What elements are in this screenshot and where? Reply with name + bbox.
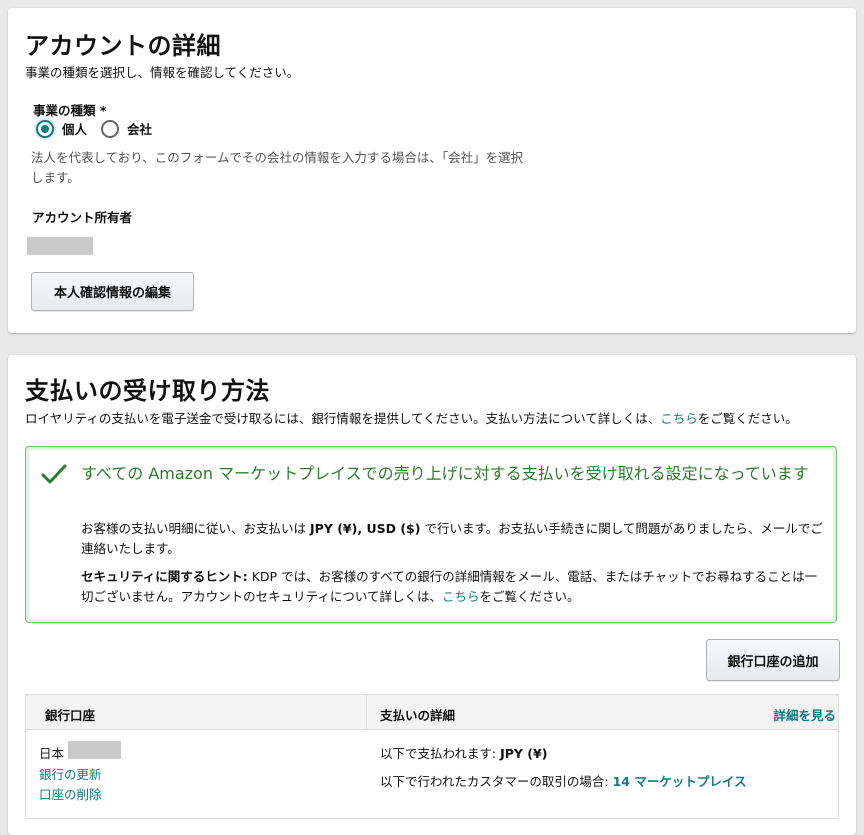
- hint-line-2: します。: [31, 170, 80, 185]
- bank-accounts-table: 銀行口座 支払いの詳細 詳細を見る 日本 銀行の更新 口座の削除 以下で支払われ…: [25, 694, 839, 819]
- table-header: 銀行口座 支払いの詳細 詳細を見る: [26, 695, 838, 730]
- currency-values: JPY (¥), USD ($): [310, 521, 421, 536]
- edit-identity-button[interactable]: 本人確認情報の編集: [31, 272, 194, 311]
- column-header-details: 支払いの詳細: [380, 708, 456, 723]
- currency-text-prefix: お客様の支払い明細に従い、お支払いは: [81, 521, 307, 536]
- column-header-bank: 銀行口座: [45, 708, 96, 723]
- account-owner-label: アカウント所有者: [32, 210, 133, 225]
- payment-description-text: ロイヤリティの支払いを電子送金で受け取るには、銀行情報を提供してください。支払い…: [25, 411, 661, 426]
- delete-account-link[interactable]: 口座の削除: [39, 784, 102, 803]
- marketplace-row: 以下で行われたカスタマーの取引の場合: 14 マーケットプレイス: [380, 771, 746, 790]
- account-owner-name-redacted: [27, 237, 93, 255]
- radio-company[interactable]: [101, 119, 120, 138]
- payment-description-suffix: をご覧ください。: [697, 411, 798, 426]
- bank-country: 日本: [39, 743, 64, 762]
- payment-method-card: 支払いの受け取り方法 ロイヤリティの支払いを電子送金で受け取るには、銀行情報を提…: [8, 355, 856, 835]
- security-info-link[interactable]: こちら: [442, 589, 480, 604]
- payment-method-title: 支払いの受け取り方法: [25, 377, 270, 405]
- radio-individual[interactable]: [36, 119, 54, 138]
- account-details-title: アカウントの詳細: [25, 32, 221, 60]
- paid-in-row: 以下で支払われます: JPY (¥): [380, 743, 547, 762]
- business-type-hint: 法人を代表しており、このフォームでその会社の情報を入力する場合は、「会社」を選択…: [31, 148, 551, 188]
- update-bank-link[interactable]: 銀行の更新: [39, 764, 102, 783]
- business-type-radio-group: 個人 会社: [36, 119, 166, 138]
- radio-individual-label[interactable]: 個人: [62, 119, 87, 138]
- bank-country-text: 日本: [39, 746, 65, 761]
- payment-description: ロイヤリティの支払いを電子送金で受け取るには、銀行情報を提供してください。支払い…: [25, 408, 798, 427]
- add-bank-account-button[interactable]: 銀行口座の追加: [706, 639, 840, 681]
- view-details-link[interactable]: 詳細を見る: [773, 705, 836, 724]
- payment-info-link[interactable]: こちら: [660, 411, 698, 426]
- column-divider: [366, 695, 367, 729]
- account-details-card: アカウントの詳細 事業の種類を選択し、情報を確認してください。 事業の種類 * …: [8, 8, 856, 333]
- marketplace-label: 以下で行われたカスタマーの取引の場合:: [380, 774, 609, 789]
- marketplaces-link[interactable]: 14 マーケットプレイス: [613, 774, 747, 789]
- success-body-security: セキュリティに関するヒント: KDP では、お客様のすべての銀行の詳細情報をメー…: [81, 567, 826, 607]
- hint-line-1: 法人を代表しており、このフォームでその会社の情報を入力する場合は、「会社」を選択: [31, 150, 524, 165]
- security-tip-suffix: をご覧ください。: [479, 589, 580, 604]
- radio-company-label[interactable]: 会社: [127, 119, 152, 138]
- paid-in-value: JPY (¥): [500, 746, 548, 761]
- success-title: すべての Amazon マーケットプレイスでの売り上げに対する支払いを受け取れる…: [81, 464, 809, 483]
- paid-in-label: 以下で支払われます:: [380, 746, 497, 761]
- account-details-subtitle: 事業の種類を選択し、情報を確認してください。: [25, 65, 300, 80]
- bank-name-redacted: [68, 741, 121, 759]
- success-alert: すべての Amazon マーケットプレイスでの売り上げに対する支払いを受け取れる…: [25, 446, 837, 623]
- checkmark-icon: [41, 464, 67, 484]
- business-type-label: 事業の種類 *: [33, 103, 107, 118]
- security-tip-label: セキュリティに関するヒント:: [81, 569, 248, 584]
- success-body-currency: お客様の支払い明細に従い、お支払いは JPY (¥), USD ($) で行いま…: [81, 519, 826, 559]
